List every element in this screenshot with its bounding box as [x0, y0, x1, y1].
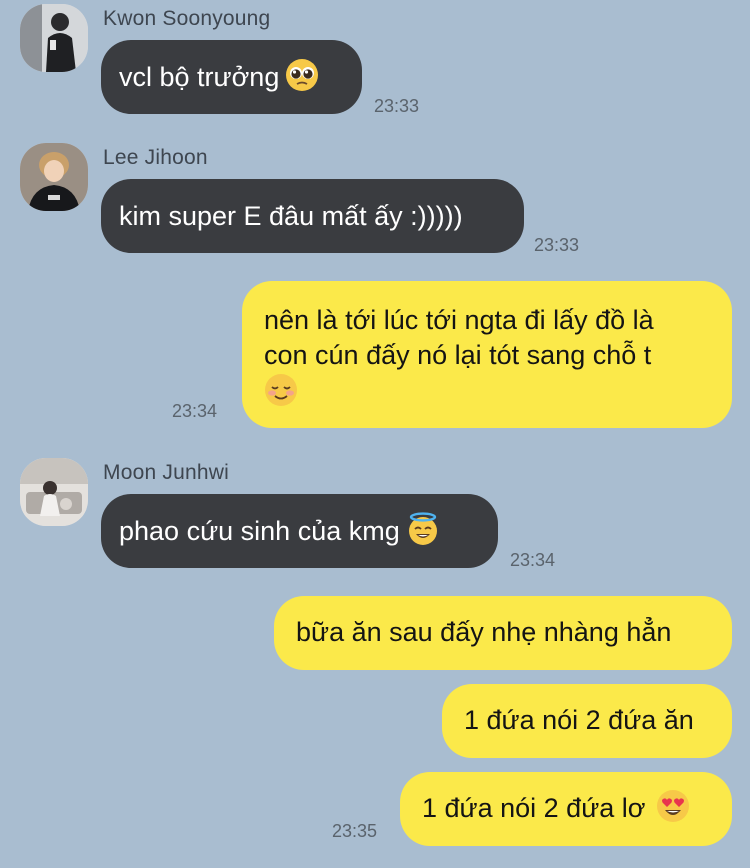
heart-eyes-emoji-icon	[656, 789, 690, 823]
message-text: 1 đứa nói 2 đứa ăn	[464, 705, 694, 735]
message-bubble-incoming[interactable]: vcl bộ trưởng	[101, 40, 362, 114]
message-bubble-outgoing[interactable]: nên là tới lúc tới ngta đi lấy đồ là con…	[242, 281, 732, 428]
message-time: 23:33	[374, 96, 420, 116]
message-bubble-incoming[interactable]: phao cứu sinh của kmg	[101, 494, 498, 568]
avatar-moon-junhwi[interactable]	[20, 458, 88, 526]
smiling-face-emoji-icon	[264, 373, 298, 407]
message-text-line: nên là tới lúc tới ngta đi lấy đồ là	[264, 305, 654, 335]
sender-name: Moon Junhwi	[103, 461, 229, 484]
message-time: 23:34	[510, 550, 556, 570]
message-text: 1 đứa nói 2 đứa lơ	[422, 793, 646, 823]
message-text: kim super E đâu mất ấy :)))))	[119, 201, 463, 231]
message-bubble-incoming[interactable]: kim super E đâu mất ấy :)))))	[101, 179, 524, 253]
message-time: 23:33	[534, 235, 580, 255]
smiling-face-with-halo-emoji-icon	[406, 512, 440, 546]
pleading-face-emoji-icon	[285, 58, 319, 92]
message-bubble-outgoing[interactable]: 1 đứa nói 2 đứa lơ	[400, 772, 732, 846]
message-text: vcl bộ trưởng	[119, 62, 280, 92]
message-bubble-outgoing[interactable]: 1 đứa nói 2 đứa ăn	[442, 684, 732, 758]
chat-view[interactable]: Kwon Soonyoung vcl bộ trưởng 23:33 Lee J	[0, 0, 750, 868]
sender-name: Lee Jihoon	[103, 146, 208, 169]
avatar-photo-icon	[20, 458, 88, 526]
message-bubble-outgoing[interactable]: bữa ăn sau đấy nhẹ nhàng hẳn	[274, 596, 732, 670]
avatar-photo-icon	[20, 4, 88, 72]
message-text: phao cứu sinh của kmg	[119, 516, 400, 546]
message-text: bữa ăn sau đấy nhẹ nhàng hẳn	[296, 617, 672, 647]
avatar-lee-jihoon[interactable]	[20, 143, 88, 211]
sender-name: Kwon Soonyoung	[103, 7, 271, 30]
message-time: 23:34	[172, 401, 218, 421]
message-text-line: con cún đấy nó lại tót sang chỗ t	[264, 340, 652, 370]
avatar-kwon-soonyoung[interactable]	[20, 4, 88, 72]
message-time: 23:35	[332, 821, 378, 841]
avatar-photo-icon	[20, 143, 88, 211]
